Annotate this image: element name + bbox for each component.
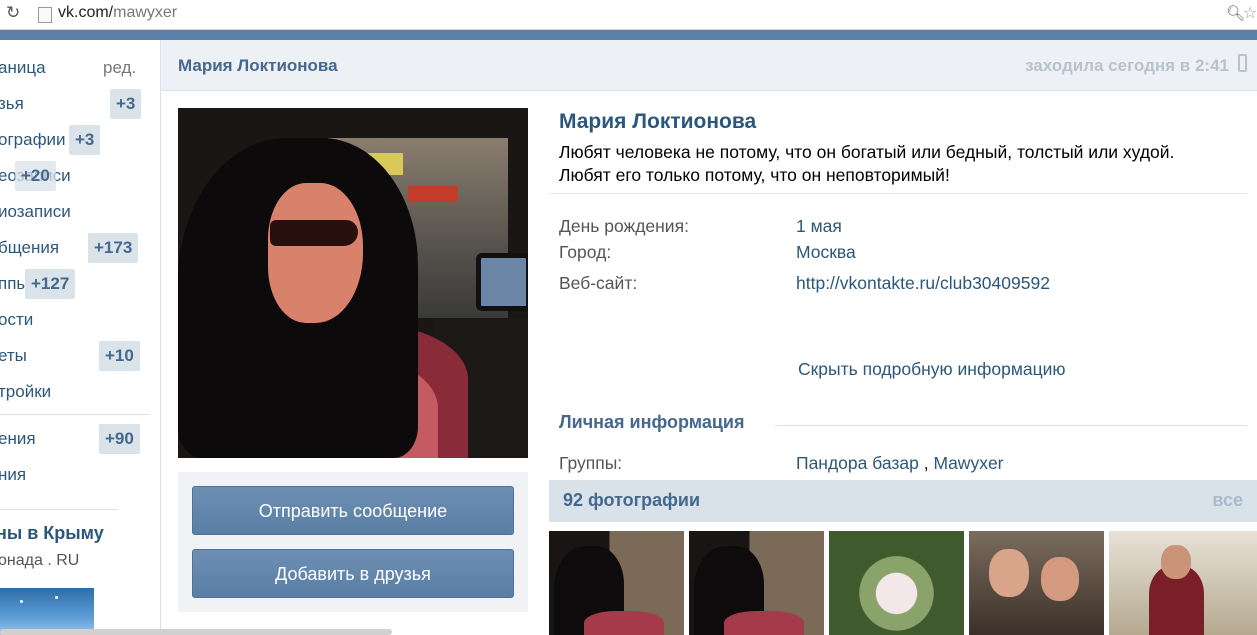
sidebar-item-groups[interactable]: ппы +127	[0, 266, 152, 302]
count-badge: +3	[69, 125, 101, 155]
count-badge: +3	[110, 89, 142, 119]
sidebar-item-page[interactable]: аница ред.	[0, 50, 152, 86]
photo-thumbnail[interactable]	[689, 531, 824, 635]
vk-top-bar	[0, 30, 1257, 40]
info-key: Веб-сайт:	[559, 273, 638, 293]
info-value-link[interactable]: 1 мая	[796, 216, 842, 237]
photo-thumbnails	[549, 531, 1257, 635]
edit-link[interactable]: ред.	[103, 50, 136, 86]
mobile-phone-icon	[1238, 54, 1247, 72]
browser-address-bar: ↻ vk.com/mawyxer 🔍︎ ☆	[0, 0, 1257, 30]
count-badge: +127	[25, 269, 76, 299]
sidebar-item-apps[interactable]: ения +90	[0, 421, 152, 457]
sidebar-item-answers[interactable]: еты +10	[0, 338, 152, 374]
info-value-link[interactable]: Москва	[796, 242, 856, 263]
send-message-button[interactable]: Отправить сообщение	[192, 486, 514, 535]
photo-thumbnail[interactable]	[829, 531, 964, 635]
sidebar-item-label: аница	[0, 58, 46, 77]
sidebar-divider	[0, 414, 150, 415]
avatar-sign-red	[408, 186, 458, 202]
bookmark-star-icon[interactable]: ☆	[1243, 3, 1257, 23]
sidebar-item-label: ния	[0, 465, 27, 484]
profile-actions: Отправить сообщение Добавить в друзья	[178, 472, 528, 612]
page-favicon-icon	[38, 7, 52, 23]
profile-main: Мария Локтионова заходила сегодня в 2:41…	[161, 40, 1257, 635]
photo-thumbnail[interactable]	[1109, 531, 1257, 635]
ad-title[interactable]: ны в Крыму	[0, 523, 104, 544]
profile-status[interactable]: Любят человека не потому, что он богатый…	[559, 141, 1199, 187]
info-key: Группы:	[559, 453, 623, 473]
info-key: День рождения:	[559, 216, 689, 236]
profile-avatar[interactable]	[178, 108, 528, 458]
photo-thumbnail[interactable]	[549, 531, 684, 635]
sidebar-item-settings[interactable]: тройки	[0, 374, 152, 410]
sidebar-item-label: ения	[0, 429, 36, 448]
count-badge: +90	[99, 424, 140, 454]
personal-info-heading: Личная информация	[559, 412, 745, 432]
group-link[interactable]: Mawyxer	[934, 453, 1004, 473]
photos-header: 92 фотографии все	[549, 480, 1257, 522]
sidebar-item-label: бщения	[0, 238, 60, 257]
horizontal-scrollbar[interactable]	[0, 629, 392, 635]
count-badge: +10	[99, 341, 140, 371]
photo-thumbnail[interactable]	[969, 531, 1104, 635]
sidebar-item-label: еты	[0, 346, 27, 365]
divider	[549, 193, 1247, 194]
header-name: Мария Локтионова	[178, 56, 338, 75]
info-value-link[interactable]: http://vkontakte.ru/club30409592	[796, 273, 1050, 294]
count-badge: +20	[15, 161, 56, 191]
sidebar-item-label: тройки	[0, 382, 52, 401]
sidebar-item-messages[interactable]: бщения +173	[0, 230, 152, 266]
url-host: vk.com/	[58, 4, 114, 21]
left-sidebar: аница ред. зья +3 ографии +3 еозаписи +2…	[0, 40, 161, 635]
avatar-sunglasses	[270, 220, 358, 246]
sidebar-item-photos[interactable]: ографии +3	[0, 122, 152, 158]
sidebar-item-label: зья	[0, 94, 24, 113]
sidebar-item-label: иозаписи	[0, 202, 71, 221]
last-seen-status: заходила сегодня в 2:41	[1025, 56, 1229, 75]
count-badge: +173	[88, 233, 139, 263]
groups-list: Пандора базар , Mawyxer	[796, 453, 1004, 474]
ad-image[interactable]	[0, 588, 94, 635]
sidebar-item-audio[interactable]: иозаписи	[0, 194, 152, 230]
group-link[interactable]: Пандора базар	[796, 453, 919, 473]
sidebar-item-label: ографии	[0, 130, 66, 149]
url-field[interactable]: vk.com/mawyxer	[58, 4, 177, 22]
avatar-face	[268, 183, 363, 323]
avatar-side-mirror	[476, 253, 528, 311]
reload-icon[interactable]: ↻	[6, 3, 20, 23]
sidebar-divider	[0, 509, 118, 510]
hide-details-link[interactable]: Скрыть подробную информацию	[798, 359, 1066, 380]
ad-domain: онада . RU	[0, 552, 80, 569]
photos-all-link[interactable]: все	[1212, 490, 1243, 511]
group-separator: ,	[918, 453, 934, 473]
profile-name: Мария Локтионова	[559, 110, 757, 133]
url-path: mawyxer	[113, 4, 178, 21]
section-divider	[775, 425, 1247, 426]
sidebar-item-games[interactable]: ния	[0, 457, 152, 493]
add-friend-button[interactable]: Добавить в друзья	[192, 549, 514, 598]
sidebar-item-label: ости	[0, 310, 34, 329]
profile-header: Мария Локтионова заходила сегодня в 2:41	[161, 40, 1257, 91]
sidebar-item-friends[interactable]: зья +3	[0, 86, 152, 122]
info-key: Город:	[559, 242, 612, 262]
sidebar-item-videos[interactable]: еозаписи +20	[0, 158, 152, 194]
sidebar-item-news[interactable]: ости	[0, 302, 152, 338]
photos-title[interactable]: 92 фотографии	[563, 490, 700, 511]
